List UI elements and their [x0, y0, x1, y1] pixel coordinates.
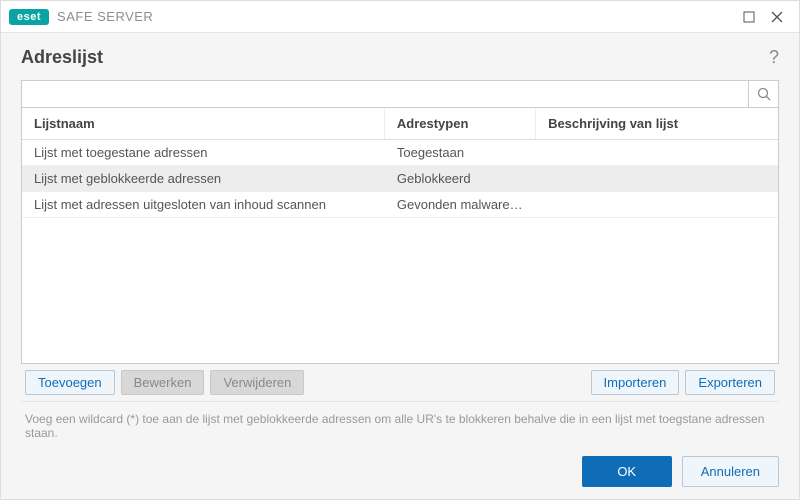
maximize-button[interactable] — [735, 5, 763, 29]
square-icon — [743, 11, 755, 23]
cell-type: Geblokkeerd — [385, 166, 536, 191]
toolbar: Toevoegen Bewerken Verwijderen Importere… — [21, 364, 779, 402]
address-table: Lijstnaam Adrestypen Beschrijving van li… — [21, 108, 779, 364]
page-title: Adreslijst — [21, 47, 103, 68]
cell-type: Toegestaan — [385, 140, 536, 165]
table-row[interactable]: Lijst met geblokkeerde adressenGeblokkee… — [22, 166, 778, 192]
brand-badge: eset — [9, 9, 49, 25]
window: eset SAFE SERVER Adreslijst ? Lijstnaam … — [0, 0, 800, 500]
col-header-name[interactable]: Lijstnaam — [22, 108, 385, 139]
cell-type: Gevonden malware wor... — [385, 192, 536, 217]
search-icon — [757, 87, 771, 101]
cell-desc — [536, 166, 778, 191]
hint-text: Voeg een wildcard (*) toe aan de lijst m… — [21, 402, 779, 440]
table-header: Lijstnaam Adrestypen Beschrijving van li… — [22, 108, 778, 140]
table-row[interactable]: Lijst met toegestane adressenToegestaan — [22, 140, 778, 166]
cancel-button[interactable]: Annuleren — [682, 456, 779, 487]
export-button[interactable]: Exporteren — [685, 370, 775, 395]
cell-name: Lijst met adressen uitgesloten van inhou… — [22, 192, 385, 217]
edit-button[interactable]: Bewerken — [121, 370, 205, 395]
cell-name: Lijst met geblokkeerde adressen — [22, 166, 385, 191]
col-header-type[interactable]: Adrestypen — [385, 108, 536, 139]
search-button[interactable] — [748, 81, 778, 107]
import-button[interactable]: Importeren — [591, 370, 680, 395]
content-area: Adreslijst ? Lijstnaam Adrestypen Beschr… — [1, 33, 799, 444]
delete-button[interactable]: Verwijderen — [210, 370, 304, 395]
close-button[interactable] — [763, 5, 791, 29]
footer: OK Annuleren — [1, 444, 799, 499]
add-button[interactable]: Toevoegen — [25, 370, 115, 395]
ok-button[interactable]: OK — [582, 456, 672, 487]
search-bar — [21, 80, 779, 108]
titlebar: eset SAFE SERVER — [1, 1, 799, 33]
cell-name: Lijst met toegestane adressen — [22, 140, 385, 165]
question-icon: ? — [769, 47, 779, 67]
search-input[interactable] — [22, 81, 748, 107]
close-icon — [771, 11, 783, 23]
brand-product: SAFE SERVER — [57, 9, 153, 24]
help-button[interactable]: ? — [769, 47, 779, 68]
header-row: Adreslijst ? — [21, 47, 779, 68]
table-row[interactable]: Lijst met adressen uitgesloten van inhou… — [22, 192, 778, 218]
table-body: Lijst met toegestane adressenToegestaanL… — [22, 140, 778, 363]
cell-desc — [536, 192, 778, 217]
cell-desc — [536, 140, 778, 165]
col-header-desc[interactable]: Beschrijving van lijst — [536, 108, 778, 139]
